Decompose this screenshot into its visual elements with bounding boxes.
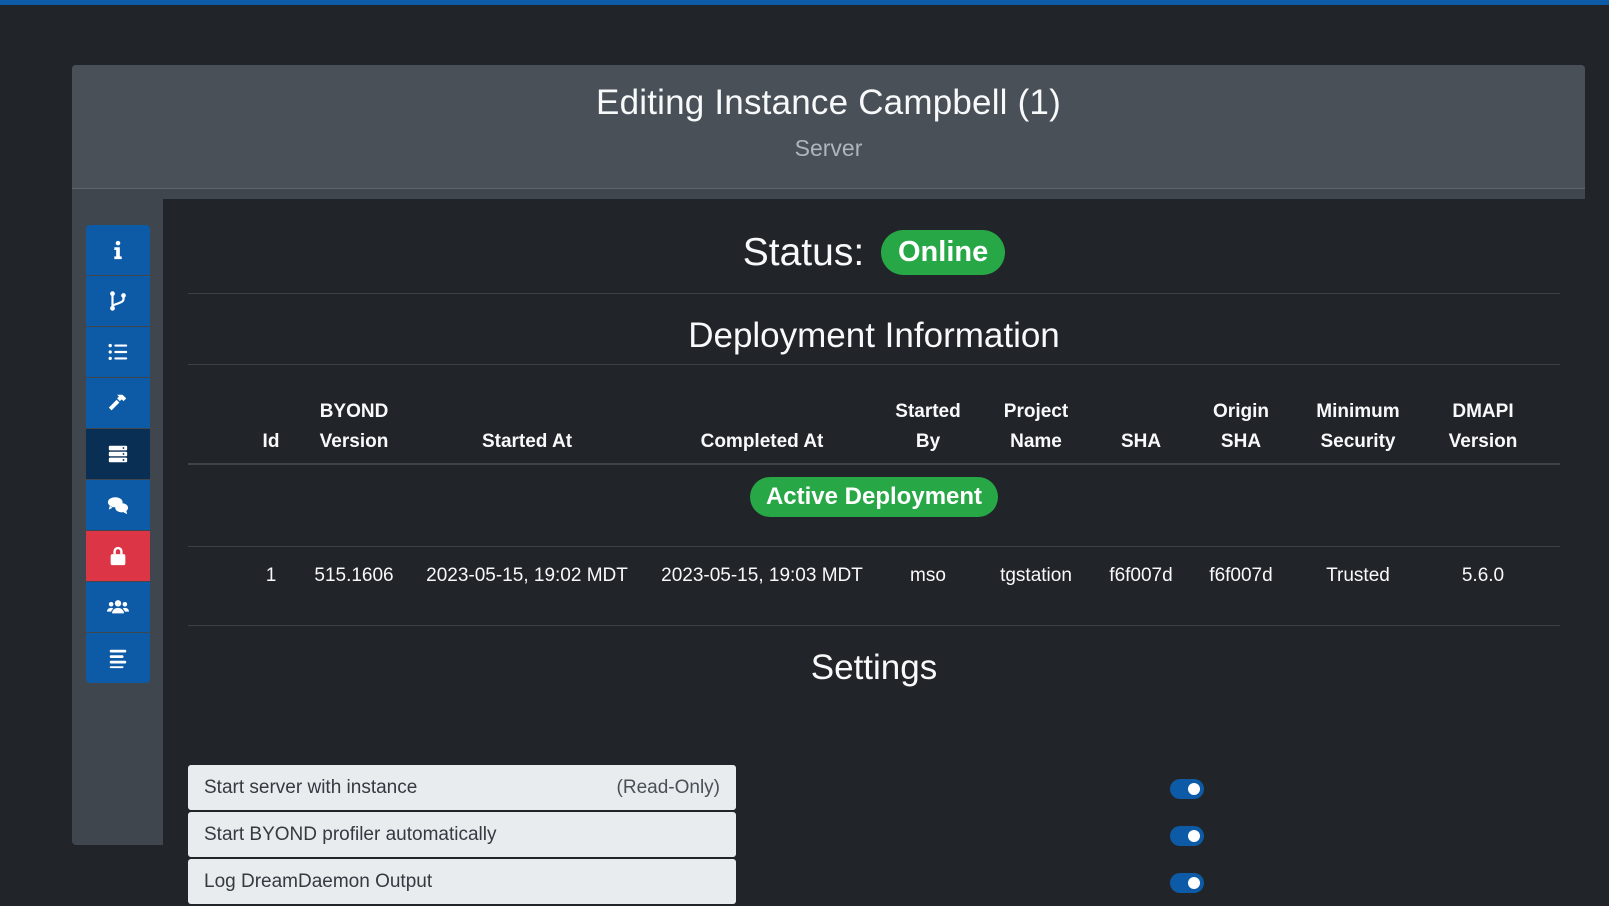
status-label: Status:: [742, 230, 865, 274]
cell-dmapi-version: 5.6.0: [1461, 565, 1505, 586]
sidebar-item-chat[interactable]: [86, 480, 150, 530]
divider: [188, 546, 1560, 547]
log-output-toggle[interactable]: [1170, 873, 1204, 893]
profiler-toggle[interactable]: [1170, 826, 1204, 846]
list-icon: [108, 343, 128, 361]
column-header-started-at: Started At: [481, 431, 573, 452]
cell-id: 1: [265, 565, 277, 586]
autostart-toggle[interactable]: [1170, 779, 1204, 799]
server-icon: [108, 445, 128, 463]
cell-started-by: mso: [910, 565, 946, 586]
card-header: Editing Instance Campbell (1) Server: [72, 65, 1585, 189]
settings-list: Start server with instance (Read-Only) S…: [188, 765, 736, 906]
cell-completed-at: 2023-05-15, 19:03 MDT: [661, 565, 863, 586]
lock-icon: [110, 546, 126, 566]
deployment-title: Deployment Information: [688, 316, 1060, 355]
deployment-table-header: Id BYOND Version Started At Completed At …: [188, 381, 1560, 461]
cell-started-at: 2023-05-15, 19:02 MDT: [426, 565, 628, 586]
column-header-origin-sha: Origin SHA: [1213, 401, 1269, 452]
column-header-id: Id: [262, 431, 280, 452]
comments-icon: [107, 497, 129, 515]
divider: [188, 293, 1560, 294]
cell-project-name: tgstation: [1000, 565, 1072, 586]
setting-label-text: Start server with instance: [204, 776, 418, 798]
table-row: 1 515.1606 2023-05-15, 19:02 MDT 2023-05…: [188, 551, 1560, 601]
active-deployment-badge: Active Deployment: [749, 477, 999, 517]
top-accent-bar: [0, 0, 1609, 5]
column-header-started-by: Started By: [895, 401, 961, 452]
sidebar-item-repository[interactable]: [86, 276, 150, 326]
column-header-sha: SHA: [1120, 431, 1162, 452]
server-panel: Status: Online Deployment Information Id…: [163, 199, 1585, 904]
cell-byond-version: 515.1606: [314, 565, 394, 586]
page-title: Editing Instance Campbell (1): [596, 83, 1061, 122]
status-row: Status: Online: [163, 229, 1585, 276]
cell-sha: f6f007d: [1109, 565, 1173, 586]
divider: [188, 463, 1560, 465]
instance-card: Editing Instance Campbell (1) Server Sta…: [72, 65, 1585, 904]
sidebar-item-info[interactable]: [86, 225, 150, 275]
users-icon: [107, 600, 129, 614]
active-deployment-row: Active Deployment: [163, 477, 1585, 517]
cell-origin-sha: f6f007d: [1209, 565, 1273, 586]
info-icon: [114, 240, 122, 260]
setting-label-text: Log DreamDaemon Output: [204, 870, 433, 892]
column-header-dmapi-version: DMAPI Version: [1448, 401, 1518, 452]
page-subtitle: Server: [794, 135, 863, 161]
code-branch-icon: [110, 291, 126, 311]
sidebar-item-server[interactable]: [86, 429, 150, 479]
setting-label-log-output: Log DreamDaemon Output: [188, 859, 736, 904]
column-header-completed-at: Completed At: [700, 431, 824, 452]
column-header-project-name: Project Name: [1003, 401, 1069, 452]
sidebar-item-config[interactable]: [86, 633, 150, 683]
column-header-byond-version: BYOND Version: [319, 401, 389, 452]
instance-sidebar: [86, 225, 150, 683]
settings-title: Settings: [810, 648, 938, 687]
sidebar-item-deployment[interactable]: [86, 378, 150, 428]
menu-lines-icon: [109, 649, 127, 669]
sidebar-item-users[interactable]: [86, 582, 150, 632]
column-header-minimum-security: Minimum Security: [1316, 401, 1400, 452]
divider: [188, 625, 1560, 626]
sidebar-item-permissions[interactable]: [86, 531, 150, 581]
read-only-note: (Read-Only): [616, 776, 720, 798]
sidebar-item-jobs[interactable]: [86, 327, 150, 377]
setting-label-autostart: Start server with instance (Read-Only): [188, 765, 736, 810]
cell-minimum-security: Trusted: [1326, 565, 1390, 586]
hammer-icon: [108, 394, 127, 411]
divider: [188, 364, 1560, 365]
status-badge: Online: [881, 230, 1006, 276]
